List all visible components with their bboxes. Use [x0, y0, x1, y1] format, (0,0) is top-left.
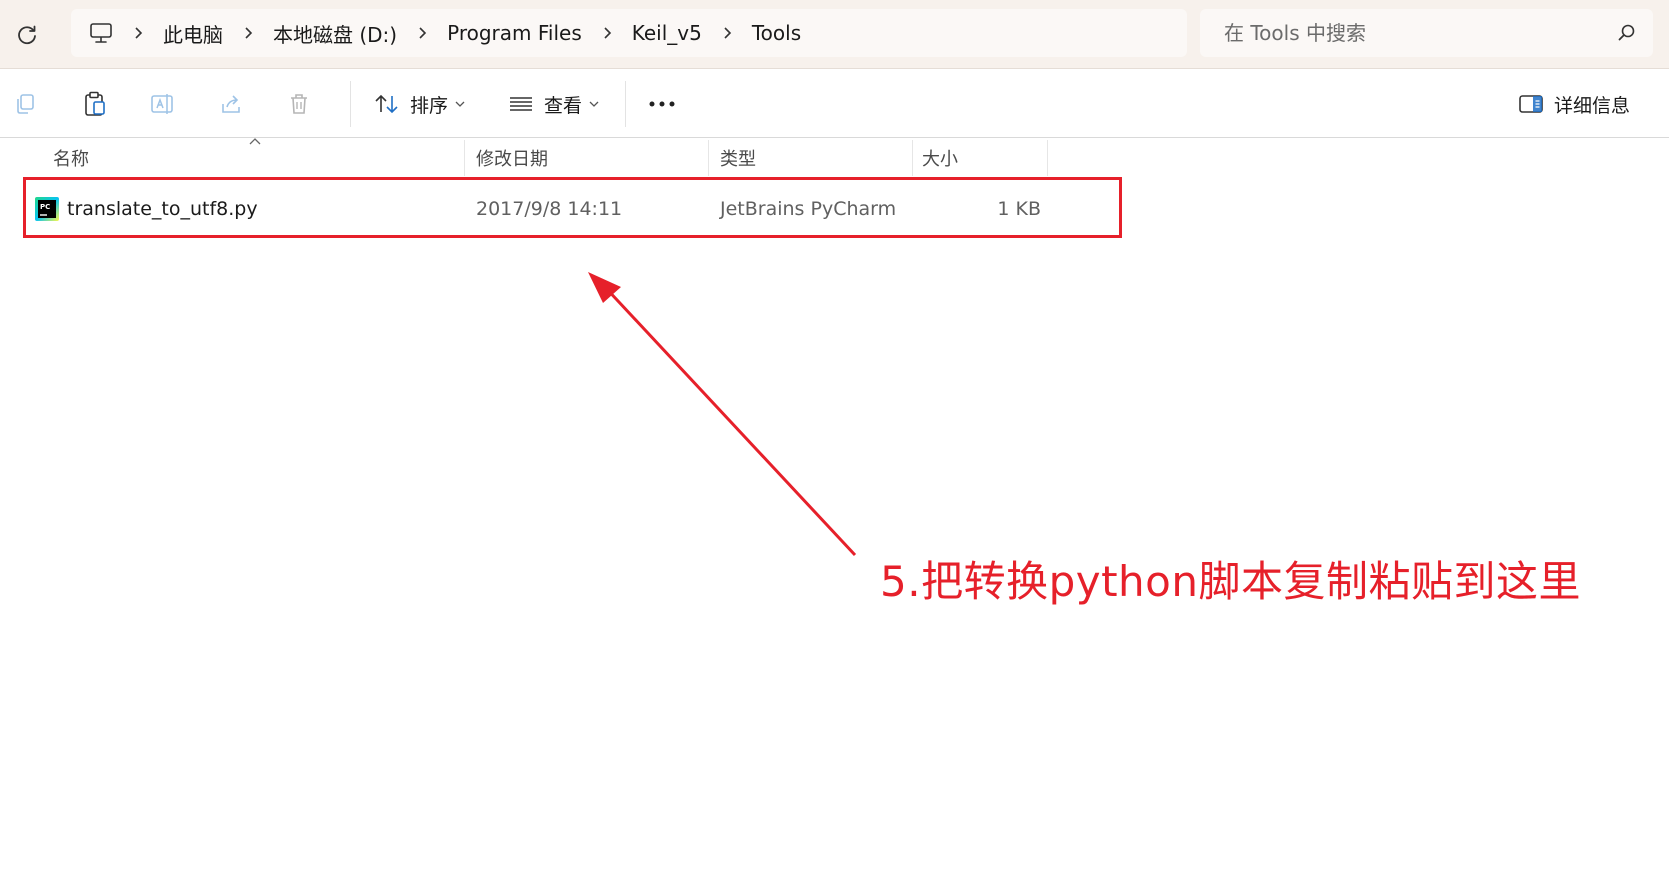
file-modified: 2017/9/8 14:11 — [476, 198, 623, 220]
file-name-cell: PC translate_to_utf8.py — [35, 180, 258, 238]
details-label: 详细信息 — [1554, 94, 1631, 117]
sort-menu-button[interactable]: 排序 — [374, 85, 466, 123]
share-button[interactable] — [214, 87, 248, 121]
chevron-right-icon[interactable] — [722, 26, 732, 40]
search-box[interactable] — [1200, 9, 1653, 57]
toolbar-divider — [350, 81, 351, 127]
chevron-down-icon — [589, 101, 599, 107]
delete-icon — [291, 94, 307, 114]
details-pane-button[interactable]: 详细信息 — [1518, 85, 1636, 123]
paste-icon — [85, 91, 105, 116]
sort-label: 排序 — [410, 94, 449, 117]
column-header-type[interactable]: 类型 — [710, 140, 913, 176]
annotation-text: 5.把转换python脚本复制粘贴到这里 — [880, 557, 1581, 606]
search-icon[interactable] — [1617, 23, 1637, 43]
delete-button[interactable] — [282, 87, 316, 121]
chevron-right-icon[interactable] — [602, 26, 612, 40]
computer-icon[interactable] — [89, 22, 113, 44]
more-icon — [649, 101, 675, 107]
column-header-label: 类型 — [720, 149, 756, 170]
details-pane-icon — [1519, 95, 1543, 113]
view-icon — [510, 97, 532, 111]
chevron-right-icon[interactable] — [133, 26, 143, 40]
svg-text:PC: PC — [40, 203, 50, 211]
view-label: 查看 — [544, 94, 583, 117]
toolbar-divider — [625, 81, 626, 127]
breadcrumb-item-keil[interactable]: Keil_v5 — [632, 21, 702, 45]
file-name: translate_to_utf8.py — [67, 198, 258, 220]
refresh-button[interactable] — [12, 20, 42, 50]
sort-ascending-icon — [249, 138, 261, 145]
file-size: 1 KB — [997, 198, 1041, 220]
chevron-right-icon[interactable] — [417, 26, 427, 40]
title-bar: 此电脑 本地磁盘 (D:) Program Files Keil_v5 Tool… — [0, 0, 1669, 69]
rename-button[interactable] — [146, 87, 180, 121]
column-header-name[interactable]: 名称 — [25, 140, 465, 176]
paste-button[interactable] — [78, 87, 112, 121]
column-header-label: 大小 — [922, 149, 958, 170]
command-bar: 排序 查看 详细信息 — [0, 69, 1669, 138]
pycharm-file-icon: PC — [35, 197, 59, 221]
breadcrumb-item-local-disk[interactable]: 本地磁盘 (D:) — [273, 19, 397, 48]
search-input[interactable] — [1222, 20, 1613, 46]
chevron-down-icon — [455, 101, 465, 107]
address-bar[interactable]: 此电脑 本地磁盘 (D:) Program Files Keil_v5 Tool… — [71, 9, 1187, 57]
breadcrumb-item-program-files[interactable]: Program Files — [447, 21, 582, 45]
breadcrumb-item-this-pc[interactable]: 此电脑 — [163, 19, 223, 48]
file-type: JetBrains PyCharm — [720, 198, 897, 220]
sort-icon — [375, 94, 398, 114]
column-header-label: 修改日期 — [476, 149, 548, 170]
copy-icon — [17, 94, 34, 114]
more-options-button[interactable] — [645, 87, 679, 121]
file-row[interactable]: PC translate_to_utf8.py 2017/9/8 14:11 J… — [25, 180, 1120, 238]
column-header-size[interactable]: 大小 — [914, 140, 1048, 176]
share-icon — [222, 95, 240, 113]
refresh-icon — [18, 25, 36, 45]
column-header-label: 名称 — [53, 149, 89, 170]
copy-button[interactable] — [8, 87, 42, 121]
chevron-right-icon[interactable] — [243, 26, 253, 40]
breadcrumb-item-tools[interactable]: Tools — [752, 21, 801, 45]
rename-icon — [151, 94, 173, 114]
view-menu-button[interactable]: 查看 — [508, 85, 600, 123]
column-header-modified[interactable]: 修改日期 — [466, 140, 709, 176]
